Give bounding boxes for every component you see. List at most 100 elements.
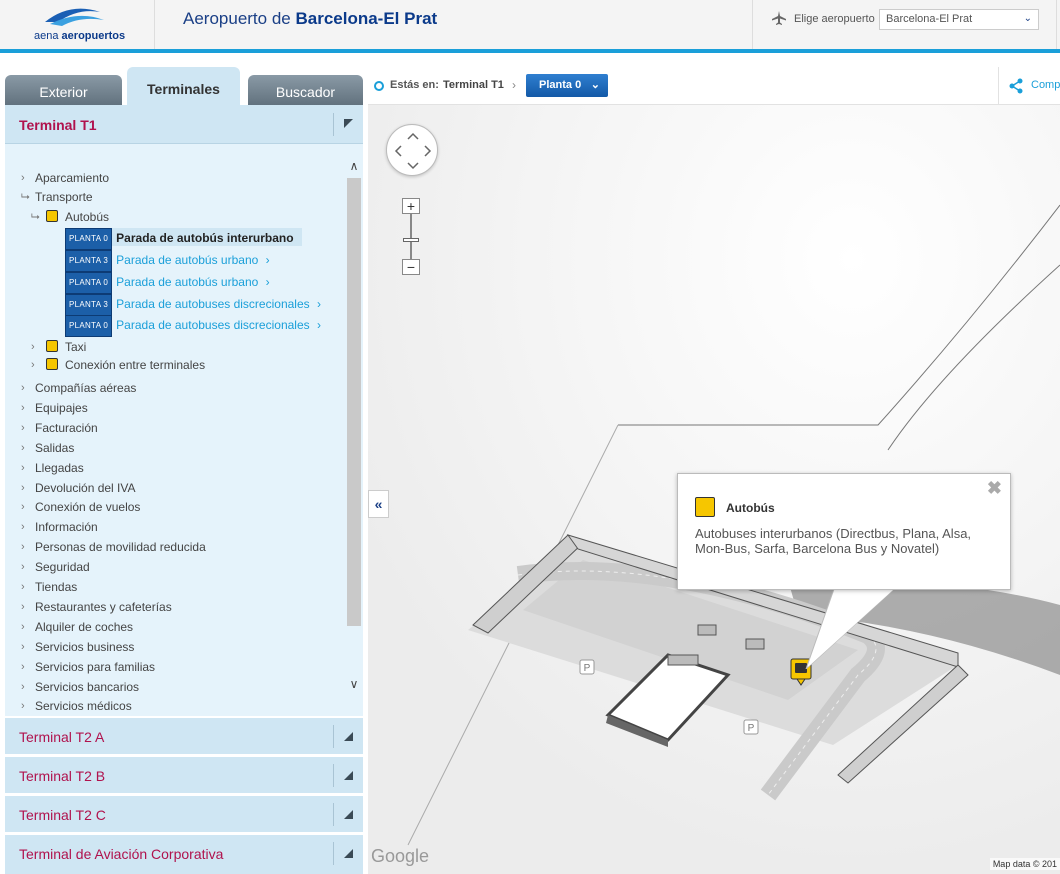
chevron-right-icon: › (21, 501, 25, 513)
triangle-down-icon (344, 810, 353, 819)
chevron-right-icon: › (262, 253, 270, 268)
chevron-down-icon: ⌄ (1023, 13, 1032, 24)
planta-badge: PLANTA 0 (65, 315, 113, 337)
breadcrumb: Estás en: Terminal T1 › Planta 0 ⌄ Comp (368, 67, 1060, 105)
zoom-slider-thumb[interactable] (403, 238, 419, 242)
share-button[interactable]: Comp (998, 67, 1060, 105)
chevron-right-icon: › (21, 382, 25, 394)
airport-label: Elige aeropuerto (794, 13, 875, 25)
left-panel: Exterior Terminales Buscador Terminal T1… (5, 67, 363, 874)
chevron-right-icon: › (31, 341, 35, 353)
chevron-right-icon: › (21, 442, 25, 454)
popup-description: Autobuses interurbanos (Directbus, Plana… (695, 526, 972, 556)
planta-badge: PLANTA 0 (65, 272, 113, 294)
airport-selected-value: Barcelona-El Prat (886, 13, 973, 25)
parking-label: P (748, 723, 755, 734)
triangle-down-icon (344, 849, 353, 858)
expand-arrow[interactable] (333, 764, 363, 787)
expand-arrow[interactable] (333, 842, 363, 865)
map-area[interactable]: Estás en: Terminal T1 › Planta 0 ⌄ Comp (368, 67, 1060, 874)
bus-stop-item[interactable]: PLANTA 0 Parada de autobús urbano › (65, 272, 270, 294)
triangle-down-icon (344, 732, 353, 741)
google-logo: Google (371, 846, 430, 866)
triangle-down-icon (344, 771, 353, 780)
chevron-right-icon: › (512, 78, 516, 92)
bus-icon (695, 497, 715, 517)
chevron-right-icon: › (21, 402, 25, 414)
collapse-arrow[interactable] (333, 113, 363, 136)
bus-stop-item[interactable]: PLANTA 3 Parada de autobús urbano › (65, 250, 270, 272)
chevron-right-icon: › (262, 275, 270, 290)
bus-icon (46, 210, 58, 222)
bus-stop-item[interactable]: PLANTA 0 Parada de autobús interurbano (65, 228, 302, 250)
scrollbar-thumb[interactable] (347, 178, 361, 626)
chevron-right-icon: › (21, 601, 25, 613)
parking-label: P (584, 663, 591, 674)
bus-stop-item[interactable]: PLANTA 0 Parada de autobuses discrecional… (65, 315, 321, 337)
airplane-icon (772, 11, 786, 25)
tabs: Exterior Terminales Buscador (5, 67, 363, 105)
title-prefix: Aeropuerto de (183, 9, 291, 28)
airport-select[interactable]: Barcelona-El Prat ⌄ (879, 9, 1039, 30)
aena-logo[interactable]: aena aeropuertos (0, 0, 155, 49)
chevron-right-icon: › (21, 681, 25, 693)
chevron-right-icon: › (21, 541, 25, 553)
chevron-right-icon: › (21, 172, 25, 184)
expanded-icon: ⮡ (21, 191, 30, 203)
pan-control[interactable] (386, 124, 438, 176)
terminal-t1-header[interactable]: Terminal T1 (5, 105, 363, 144)
logo-brand-light: aena (34, 30, 59, 42)
chevron-right-icon: › (21, 462, 25, 474)
aena-logo-icon (45, 8, 104, 26)
chevron-right-icon: › (21, 621, 25, 633)
triangle-up-icon (344, 119, 353, 128)
chevron-right-icon: › (313, 297, 321, 312)
chevron-right-icon: › (21, 661, 25, 673)
chevron-right-icon: › (21, 482, 25, 494)
chevron-right-icon: › (313, 318, 321, 333)
chevron-right-icon: › (21, 521, 25, 533)
tab-buscador[interactable]: Buscador (248, 75, 363, 105)
breadcrumb-terminal[interactable]: Terminal T1 (443, 79, 504, 91)
zoom-in-button[interactable]: + (402, 198, 420, 214)
planta-dropdown[interactable]: Planta 0 ⌄ (526, 74, 608, 97)
terminal-t2a-header[interactable]: Terminal T2 A (5, 717, 363, 754)
shuttle-icon (46, 358, 58, 370)
info-popup: ✖ Autobús Autobuses interurbanos (Direct… (677, 473, 1011, 590)
location-dot-icon (374, 81, 384, 91)
popup-pointer (805, 589, 895, 669)
expand-arrow[interactable] (333, 803, 363, 826)
share-icon (1009, 78, 1023, 94)
terminal-t2b-header[interactable]: Terminal T2 B (5, 756, 363, 793)
pan-arrows-icon (394, 132, 432, 170)
zoom-control: + − (402, 198, 422, 278)
planta-badge: PLANTA 0 (65, 228, 113, 250)
map-data-attribution[interactable]: Map data © 201 (989, 858, 1060, 870)
chevron-right-icon: › (21, 581, 25, 593)
chevron-right-icon: › (21, 561, 25, 573)
chevron-right-icon: › (21, 641, 25, 653)
zoom-out-button[interactable]: − (402, 259, 420, 275)
airport-selector: Elige aeropuerto Barcelona-El Prat ⌄ (752, 0, 1057, 49)
close-icon[interactable]: ✖ (987, 478, 1002, 499)
terminal-t2c-header[interactable]: Terminal T2 C (5, 795, 363, 832)
terminal-t1-tree: › Aparcamiento ⮡ Transporte ⮡ Autobús PL… (5, 144, 363, 716)
header: aena aeropuertos Aeropuerto de Barcelona… (0, 0, 1060, 53)
chevron-down-icon[interactable]: ∨ (346, 676, 362, 692)
planta-badge: PLANTA 3 (65, 250, 113, 272)
expand-arrow[interactable] (333, 725, 363, 748)
chevron-up-icon[interactable]: ∧ (346, 158, 362, 174)
title-airport: Barcelona-El Prat (295, 9, 438, 28)
chevron-right-icon: › (21, 700, 25, 712)
tab-exterior[interactable]: Exterior (5, 75, 122, 105)
bus-stop-item[interactable]: PLANTA 3 Parada de autobuses discrecional… (65, 294, 321, 316)
chevron-right-icon: › (31, 359, 35, 371)
scrollbar[interactable]: ∧ ∨ (346, 154, 362, 698)
terminal-aviacion-corporativa-header[interactable]: Terminal de Aviación Corporativa (5, 834, 363, 874)
popup-title: Autobús (726, 501, 775, 515)
chevron-right-icon: › (21, 422, 25, 434)
expanded-icon: ⮡ (31, 211, 40, 223)
tab-terminales[interactable]: Terminales (127, 67, 240, 105)
page-title: Aeropuerto de Barcelona-El Prat (183, 9, 437, 29)
collapse-panel-button[interactable]: « (368, 490, 389, 518)
